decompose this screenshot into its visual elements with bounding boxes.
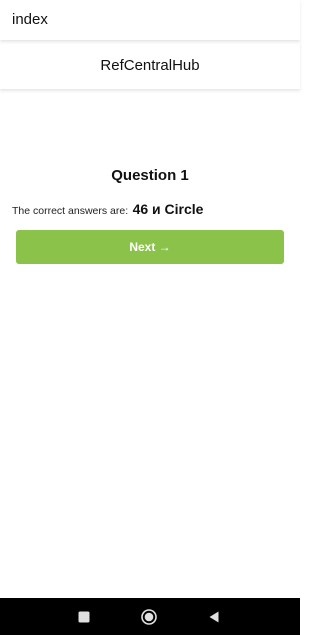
system-nav-bar: [0, 598, 300, 635]
app-bar: index: [0, 0, 300, 40]
app-bar-title: index: [12, 11, 48, 28]
recents-icon: [78, 611, 90, 622]
back-button[interactable]: [194, 598, 234, 635]
home-icon: [141, 608, 157, 625]
site-title: RefCentralHub: [100, 57, 200, 74]
answer-value: 46 и Circle: [132, 201, 204, 217]
question-title: Question 1: [111, 167, 189, 184]
next-button[interactable]: Next →: [16, 230, 284, 264]
back-icon: [209, 611, 219, 622]
answer-prefix: The correct answers are:: [12, 205, 129, 217]
recents-button[interactable]: [64, 598, 104, 635]
answer-line: The correct answers are: 46 и Circle: [12, 198, 292, 222]
home-button[interactable]: [129, 598, 169, 635]
site-header: RefCentralHub: [0, 41, 300, 89]
